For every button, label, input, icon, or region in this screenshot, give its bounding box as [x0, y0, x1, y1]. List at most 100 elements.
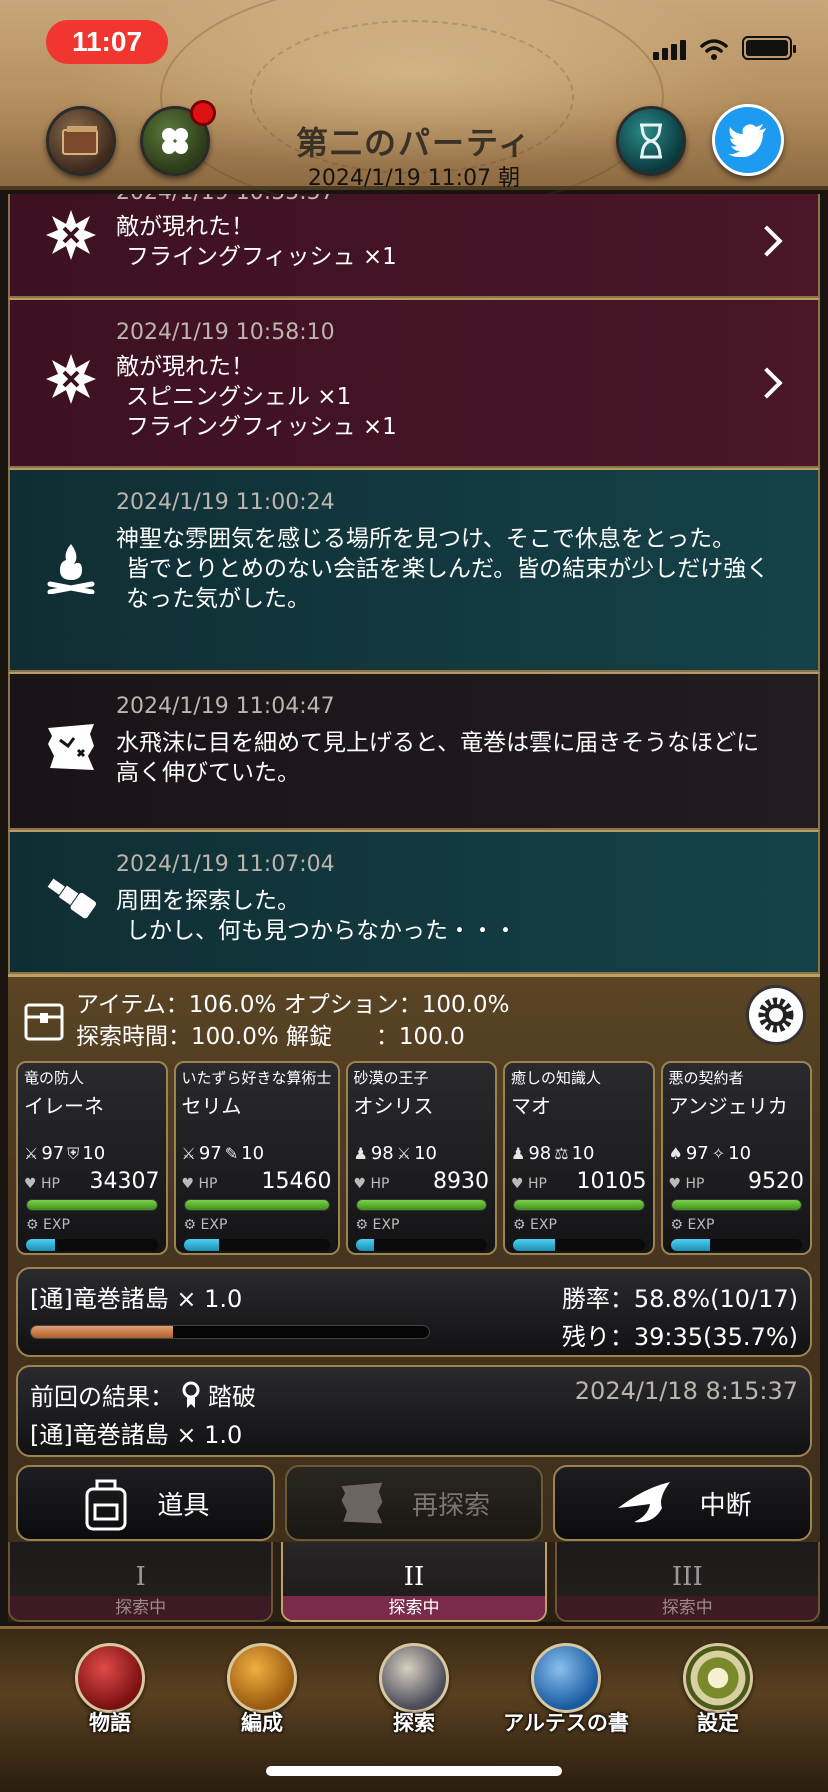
log-time: 2024/1/19 10:55:57	[116, 194, 335, 205]
log-message: 周囲を探索した。 しかし、何も見つからなかった・・・	[116, 886, 768, 946]
nav-story-label: 物語	[89, 1711, 131, 1735]
member-card[interactable]: 癒しの知識人 マオ ♟ 98 ⚖ 10 ♥ HP 10105 ⚙ EXP	[503, 1061, 655, 1255]
member-stat: 10	[728, 1143, 752, 1164]
log-line: 皆でとりとめのない会話を楽しんだ。皆の結束が少しだけ強くなった気がした。	[126, 556, 770, 612]
nav-story[interactable]: 物語	[40, 1643, 180, 1737]
equipment-icon: ✎	[224, 1144, 239, 1163]
home-indicator[interactable]	[266, 1766, 562, 1776]
member-level: 97	[685, 1143, 709, 1164]
member-role: 癒しの知識人	[511, 1069, 602, 1087]
abort-label: 中断	[699, 1490, 752, 1521]
member-stats: ♠ 97 ✧ 10	[669, 1143, 752, 1164]
last-result-area: [通]竜巻諸島 × 1.0	[30, 1421, 243, 1449]
status-time: 11:07	[46, 20, 168, 64]
exploration-rates: アイテム： 106.0% オプション： 100.0% 探索時間： 100.0% 解錠 …	[76, 989, 509, 1053]
class-icon: ⚔	[24, 1144, 39, 1163]
option-rate-value: 100.0%	[421, 992, 510, 1018]
spyglass-icon	[47, 878, 97, 919]
party-tab-1[interactable]: I 探索中	[8, 1542, 274, 1622]
hp-row: ♥ HP 8930	[354, 1169, 490, 1194]
equipment-icon: ⚖	[554, 1144, 569, 1163]
member-card[interactable]: いたずら好きな算術士 セリム ⚔ 97 ✎ 10 ♥ HP 15460 ⚙ EXP	[173, 1061, 340, 1255]
scroll-icon	[531, 1643, 601, 1713]
unlock-value: ：100.0	[375, 1024, 465, 1050]
party-tab-status: 探索中	[556, 1596, 818, 1620]
party-tabs: I 探索中 II 探索中 III 探索中	[8, 1542, 820, 1622]
log-time: 2024/1/19 10:58:10	[116, 320, 335, 345]
abort-button[interactable]: 中断	[553, 1465, 813, 1541]
exp-label-text: EXP	[372, 1217, 400, 1233]
settings-gear-button[interactable]	[746, 985, 806, 1045]
nav-formation[interactable]: 編成	[192, 1643, 332, 1737]
twitter-button[interactable]	[712, 104, 784, 176]
log-line: しかし、何も見つからなかった・・・	[126, 918, 517, 944]
class-icon: ⚔	[181, 1144, 196, 1163]
member-role: 竜の防人	[24, 1069, 85, 1087]
hp-row: ♥ HP 10105	[511, 1169, 647, 1194]
exp-label-text: EXP	[687, 1217, 715, 1233]
log-message: 水飛沫に目を細めて見上げると、竜巻は雲に届きそうなほどに高く伸びていた。	[116, 728, 768, 788]
notification-badge	[190, 100, 216, 126]
hp-label-text: HP	[41, 1176, 60, 1192]
member-stats: ⚔ 97 ✎ 10	[182, 1143, 265, 1164]
nav-explore-label: 探索	[393, 1711, 435, 1735]
campfire-icon	[47, 544, 95, 594]
log-line: フライングフィッシュ ×1	[126, 244, 397, 270]
nav-explore[interactable]: 探索	[344, 1643, 484, 1737]
party-tab-2[interactable]: II 探索中	[281, 1542, 547, 1622]
hp-row: ♥ HP 15460	[182, 1169, 332, 1194]
hp-label: ♥ HP	[353, 1176, 390, 1192]
area-box: [通]竜巻諸島 × 1.0 勝率：58.8%(10/17) 残り：39:35(3…	[16, 1267, 812, 1357]
hp-value: 10105	[576, 1169, 647, 1194]
medal-icon	[182, 1381, 200, 1408]
party-tab-3[interactable]: III 探索中	[554, 1542, 820, 1622]
hourglass-button[interactable]	[616, 106, 686, 176]
member-name: アンジェリカ	[668, 1094, 788, 1118]
member-name: オシリス	[353, 1094, 434, 1118]
member-role: 砂漠の王子	[353, 1069, 429, 1087]
log-entry: 2024/1/19 11:07:04 周囲を探索した。 しかし、何も見つからなか…	[8, 830, 820, 974]
re-explore-button[interactable]: 再探索	[284, 1465, 544, 1541]
member-card[interactable]: 悪の契約者 アンジェリカ ♠ 97 ✧ 10 ♥ HP 9520 ⚙ EXP	[660, 1061, 813, 1255]
log-line: 敵が現れた！	[116, 354, 254, 380]
win-rate: 勝率：58.8%(10/17)	[561, 1285, 798, 1313]
nav-book[interactable]: アルテスの書	[496, 1643, 636, 1737]
member-card[interactable]: 砂漠の王子 オシリス ♟ 98 ⚔ 10 ♥ HP 8930 ⚙ EXP	[345, 1061, 498, 1255]
member-card[interactable]: 竜の防人 イレーネ ⚔ 97 ⛨ 10 ♥ HP 34307 ⚙ EXP	[16, 1061, 168, 1255]
explosion-icon	[46, 210, 96, 260]
log-time: 2024/1/19 11:07:04	[116, 852, 335, 877]
member-stat: 10	[414, 1143, 438, 1164]
member-name: マオ	[511, 1094, 552, 1118]
member-role: 悪の契約者	[668, 1069, 744, 1087]
last-result-box: 前回の結果： 踏破 2024/1/18 8:15:37 [通]竜巻諸島 × 1.…	[16, 1365, 812, 1457]
nav-settings-label: 設定	[697, 1711, 739, 1735]
nav-formation-label: 編成	[241, 1711, 283, 1735]
hp-value: 8930	[433, 1169, 490, 1194]
log-entry[interactable]: 2024/1/19 10:58:10 敵が現れた！ スピニングシェル ×1 フラ…	[8, 298, 820, 468]
area-name: [通]竜巻諸島 × 1.0	[30, 1285, 243, 1313]
member-stat: 10	[82, 1143, 106, 1164]
swoosh-icon	[617, 1482, 670, 1523]
log-line: スピニングシェル ×1	[126, 384, 352, 410]
equipment-icon: ✧	[711, 1144, 726, 1163]
log-entry: 2024/1/19 11:00:24 神聖な雰囲気を感じる場所を見つけ、そこで休…	[8, 468, 820, 672]
item-rate-label: アイテム：	[76, 992, 189, 1018]
explosion-icon	[46, 354, 96, 404]
class-icon: ♟	[353, 1144, 368, 1163]
battery-icon	[742, 36, 796, 60]
option-rate-label: オプション：	[283, 992, 422, 1018]
hp-row: ♥ HP 34307	[24, 1169, 160, 1194]
items-label: 道具	[157, 1490, 210, 1521]
log-entry[interactable]: 2024/1/19 10:55:57 敵が現れた！ フライングフィッシュ ×1	[8, 194, 820, 298]
unlock-label: 解錠	[286, 1024, 333, 1050]
map-icon	[379, 1643, 449, 1713]
party-tab-number: II	[403, 1562, 425, 1592]
nav-settings[interactable]: 設定	[648, 1643, 788, 1737]
class-icon: ♟	[511, 1144, 526, 1163]
party-members: 竜の防人 イレーネ ⚔ 97 ⛨ 10 ♥ HP 34307 ⚙ EXP いたずら好きな算術士 セリ…	[16, 1061, 813, 1255]
items-button[interactable]: 道具	[16, 1465, 275, 1541]
member-stats: ⚔ 97 ⛨ 10	[24, 1143, 105, 1164]
member-name: イレーネ	[24, 1094, 104, 1118]
adventure-log[interactable]: 2024/1/19 10:55:57 敵が現れた！ フライングフィッシュ ×1 …	[8, 194, 820, 974]
equipment-icon: ⚔	[396, 1144, 412, 1163]
